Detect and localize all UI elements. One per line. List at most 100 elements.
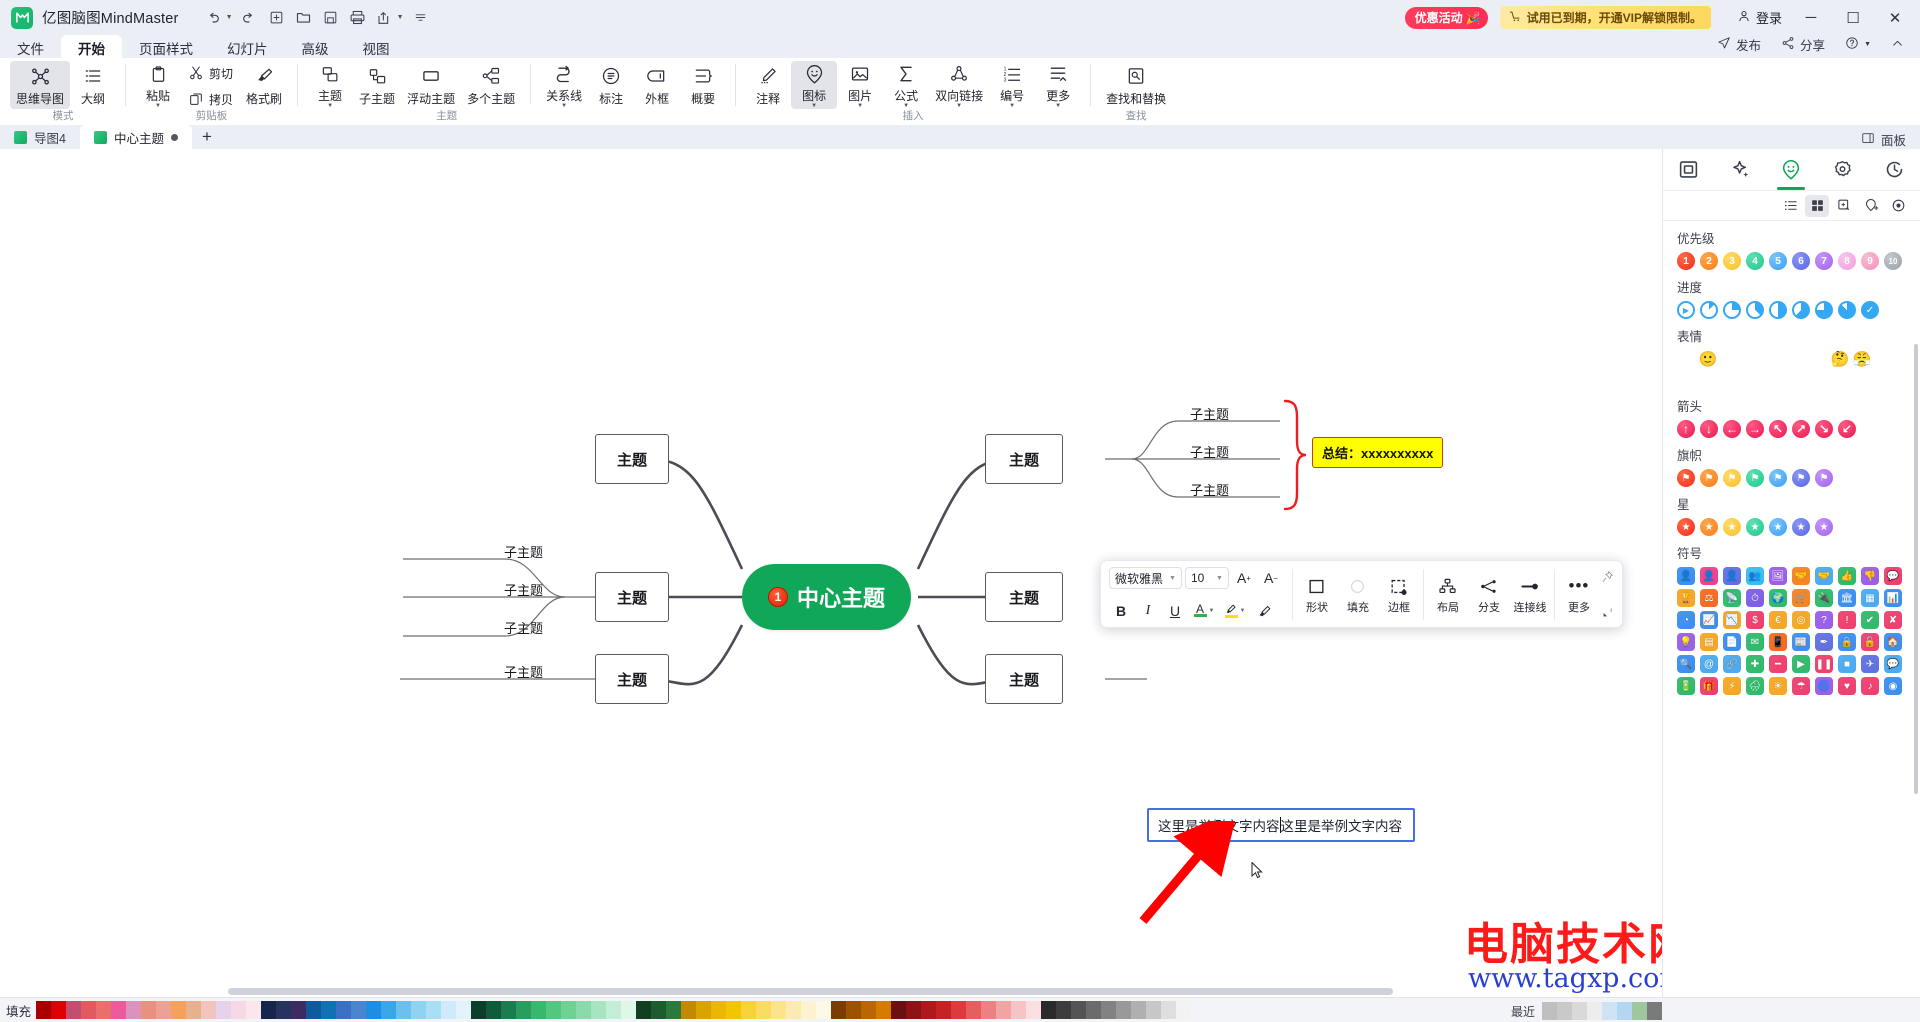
- color-swatch[interactable]: [306, 1001, 322, 1019]
- color-swatch[interactable]: [66, 1001, 82, 1019]
- symbol-icon-4[interactable]: 👥: [1746, 567, 1764, 585]
- color-swatch[interactable]: [81, 1001, 97, 1019]
- ribbon-button-image[interactable]: 图片 ▼: [837, 61, 883, 109]
- symbol-icon-51[interactable]: 🔋: [1677, 677, 1695, 695]
- bidirectional-link-dropdown-icon[interactable]: ▼: [956, 103, 962, 109]
- color-swatch[interactable]: [96, 1001, 112, 1019]
- maximize-button[interactable]: ☐: [1832, 0, 1874, 35]
- list-view-button[interactable]: [1778, 195, 1802, 217]
- color-swatch[interactable]: [741, 1001, 757, 1019]
- symbol-icon-58[interactable]: ♥: [1838, 677, 1856, 695]
- mindmap-center-node[interactable]: 1 中心主题: [742, 564, 912, 630]
- symbol-icon-31[interactable]: 💡: [1677, 633, 1695, 651]
- mindmap-topic-right-1[interactable]: 主题: [985, 434, 1063, 484]
- symbol-icon-26[interactable]: ◎: [1792, 611, 1810, 629]
- symbol-icon-56[interactable]: ☂: [1792, 677, 1810, 695]
- resize-toolbar-handle[interactable]: [1600, 604, 1616, 620]
- minimize-button[interactable]: ─: [1790, 0, 1832, 35]
- color-swatch[interactable]: [1071, 1001, 1087, 1019]
- topic-dropdown-icon[interactable]: ▼: [327, 103, 333, 109]
- star-icon-6[interactable]: ★: [1792, 518, 1810, 536]
- symbol-icon-60[interactable]: ◉: [1884, 677, 1902, 695]
- right-tab-theme[interactable]: [1822, 150, 1864, 190]
- symbol-icon-32[interactable]: ▤: [1700, 633, 1718, 651]
- customize-qat-button[interactable]: [408, 5, 433, 30]
- color-swatch[interactable]: [1041, 1001, 1057, 1019]
- color-swatch[interactable]: [141, 1001, 157, 1019]
- arrow-icon-down[interactable]: ↓: [1700, 420, 1718, 438]
- mindmap-topic-left-3[interactable]: 主题: [595, 654, 669, 704]
- color-swatch[interactable]: [36, 1001, 52, 1019]
- color-swatch[interactable]: [321, 1001, 337, 1019]
- star-icon-7[interactable]: ★: [1815, 518, 1833, 536]
- emoji-icon-11[interactable]: 😀: [1677, 371, 1695, 389]
- save-button[interactable]: [318, 5, 343, 30]
- color-swatch[interactable]: [831, 1001, 847, 1019]
- star-icon-1[interactable]: ★: [1677, 518, 1695, 536]
- priority-icon-1[interactable]: 1: [1677, 252, 1695, 270]
- mindmap-subtopic-left-3-1[interactable]: 子主题: [504, 662, 543, 681]
- color-swatch[interactable]: [576, 1001, 592, 1019]
- color-swatch[interactable]: [981, 1001, 997, 1019]
- color-swatch[interactable]: [486, 1001, 502, 1019]
- color-swatch[interactable]: [591, 1001, 607, 1019]
- branch-button[interactable]: 分支: [1470, 574, 1508, 615]
- color-swatch[interactable]: [126, 1001, 142, 1019]
- formula-dropdown-icon[interactable]: ▼: [903, 103, 909, 109]
- symbol-icon-37[interactable]: ✒: [1815, 633, 1833, 651]
- priority-icon-5[interactable]: 5: [1769, 252, 1787, 270]
- color-swatch[interactable]: [1176, 1001, 1192, 1019]
- color-swatch[interactable]: [396, 1001, 412, 1019]
- color-swatch[interactable]: [456, 1001, 472, 1019]
- star-icon-2[interactable]: ★: [1700, 518, 1718, 536]
- recent-color-swatch[interactable]: [1542, 1002, 1557, 1020]
- menu-tab-advanced[interactable]: 高级: [285, 35, 346, 60]
- symbol-icon-47[interactable]: ❚❚: [1815, 655, 1833, 673]
- color-swatch[interactable]: [876, 1001, 892, 1019]
- ribbon-button-multi-topic[interactable]: 多个主题: [461, 61, 521, 109]
- color-swatch[interactable]: [111, 1001, 127, 1019]
- flag-icon-2[interactable]: ⚑: [1700, 469, 1718, 487]
- priority-icon-10[interactable]: 10: [1884, 252, 1902, 270]
- paste-dropdown-icon[interactable]: ▼: [155, 103, 161, 109]
- symbol-icon-22[interactable]: 📈: [1700, 611, 1718, 629]
- font-color-button[interactable]: A ▼: [1190, 600, 1218, 622]
- symbol-icon-11[interactable]: 🏆: [1677, 589, 1695, 607]
- symbol-icon-25[interactable]: €: [1769, 611, 1787, 629]
- image-dropdown-icon[interactable]: ▼: [857, 103, 863, 109]
- flag-icon-5[interactable]: ⚑: [1769, 469, 1787, 487]
- color-swatch[interactable]: [1101, 1001, 1117, 1019]
- color-swatch[interactable]: [891, 1001, 907, 1019]
- color-swatch[interactable]: [171, 1001, 187, 1019]
- mindmap-subtopic-left-2-3[interactable]: 子主题: [504, 618, 543, 637]
- undo-dropdown-icon[interactable]: ▼: [224, 14, 235, 21]
- priority-icon-2[interactable]: 2: [1700, 252, 1718, 270]
- ribbon-button-sticker[interactable]: 图标 ▼: [791, 61, 838, 109]
- color-swatch[interactable]: [246, 1001, 262, 1019]
- color-swatch[interactable]: [1161, 1001, 1177, 1019]
- connector-button[interactable]: 连接线: [1511, 574, 1549, 615]
- font-size-select[interactable]: 10 ▼: [1184, 567, 1229, 589]
- ribbon-button-cut[interactable]: 剪切: [181, 61, 240, 85]
- ribbon-button-numbering[interactable]: 123 编号 ▼: [989, 61, 1035, 109]
- mindmap-topic-right-2[interactable]: 主题: [985, 572, 1063, 622]
- mindmap-subtopic-right-1-3[interactable]: 子主题: [1190, 480, 1229, 499]
- color-swatch[interactable]: [1056, 1001, 1072, 1019]
- color-swatch[interactable]: [531, 1001, 547, 1019]
- ribbon-button-bidirectional-link[interactable]: 双向链接 ▼: [929, 61, 989, 109]
- font-family-select[interactable]: 微软雅黑 ▼: [1109, 567, 1182, 589]
- color-swatch[interactable]: [696, 1001, 712, 1019]
- emoji-icon-6[interactable]: 😭: [1787, 350, 1805, 368]
- symbol-icon-23[interactable]: 📉: [1723, 611, 1741, 629]
- star-icon-4[interactable]: ★: [1746, 518, 1764, 536]
- color-swatch[interactable]: [366, 1001, 382, 1019]
- export-dropdown-icon[interactable]: ▼: [395, 14, 406, 21]
- italic-button[interactable]: I: [1136, 600, 1160, 622]
- new-file-button[interactable]: [264, 5, 289, 30]
- document-tab-1[interactable]: 导图4: [0, 125, 80, 149]
- emoji-icon-3[interactable]: 😐: [1721, 350, 1739, 368]
- open-file-button[interactable]: [291, 5, 316, 30]
- recent-color-swatch[interactable]: [1632, 1002, 1647, 1020]
- symbol-icon-49[interactable]: ✈: [1861, 655, 1879, 673]
- ribbon-button-floating-topic[interactable]: 浮动主题: [401, 61, 461, 109]
